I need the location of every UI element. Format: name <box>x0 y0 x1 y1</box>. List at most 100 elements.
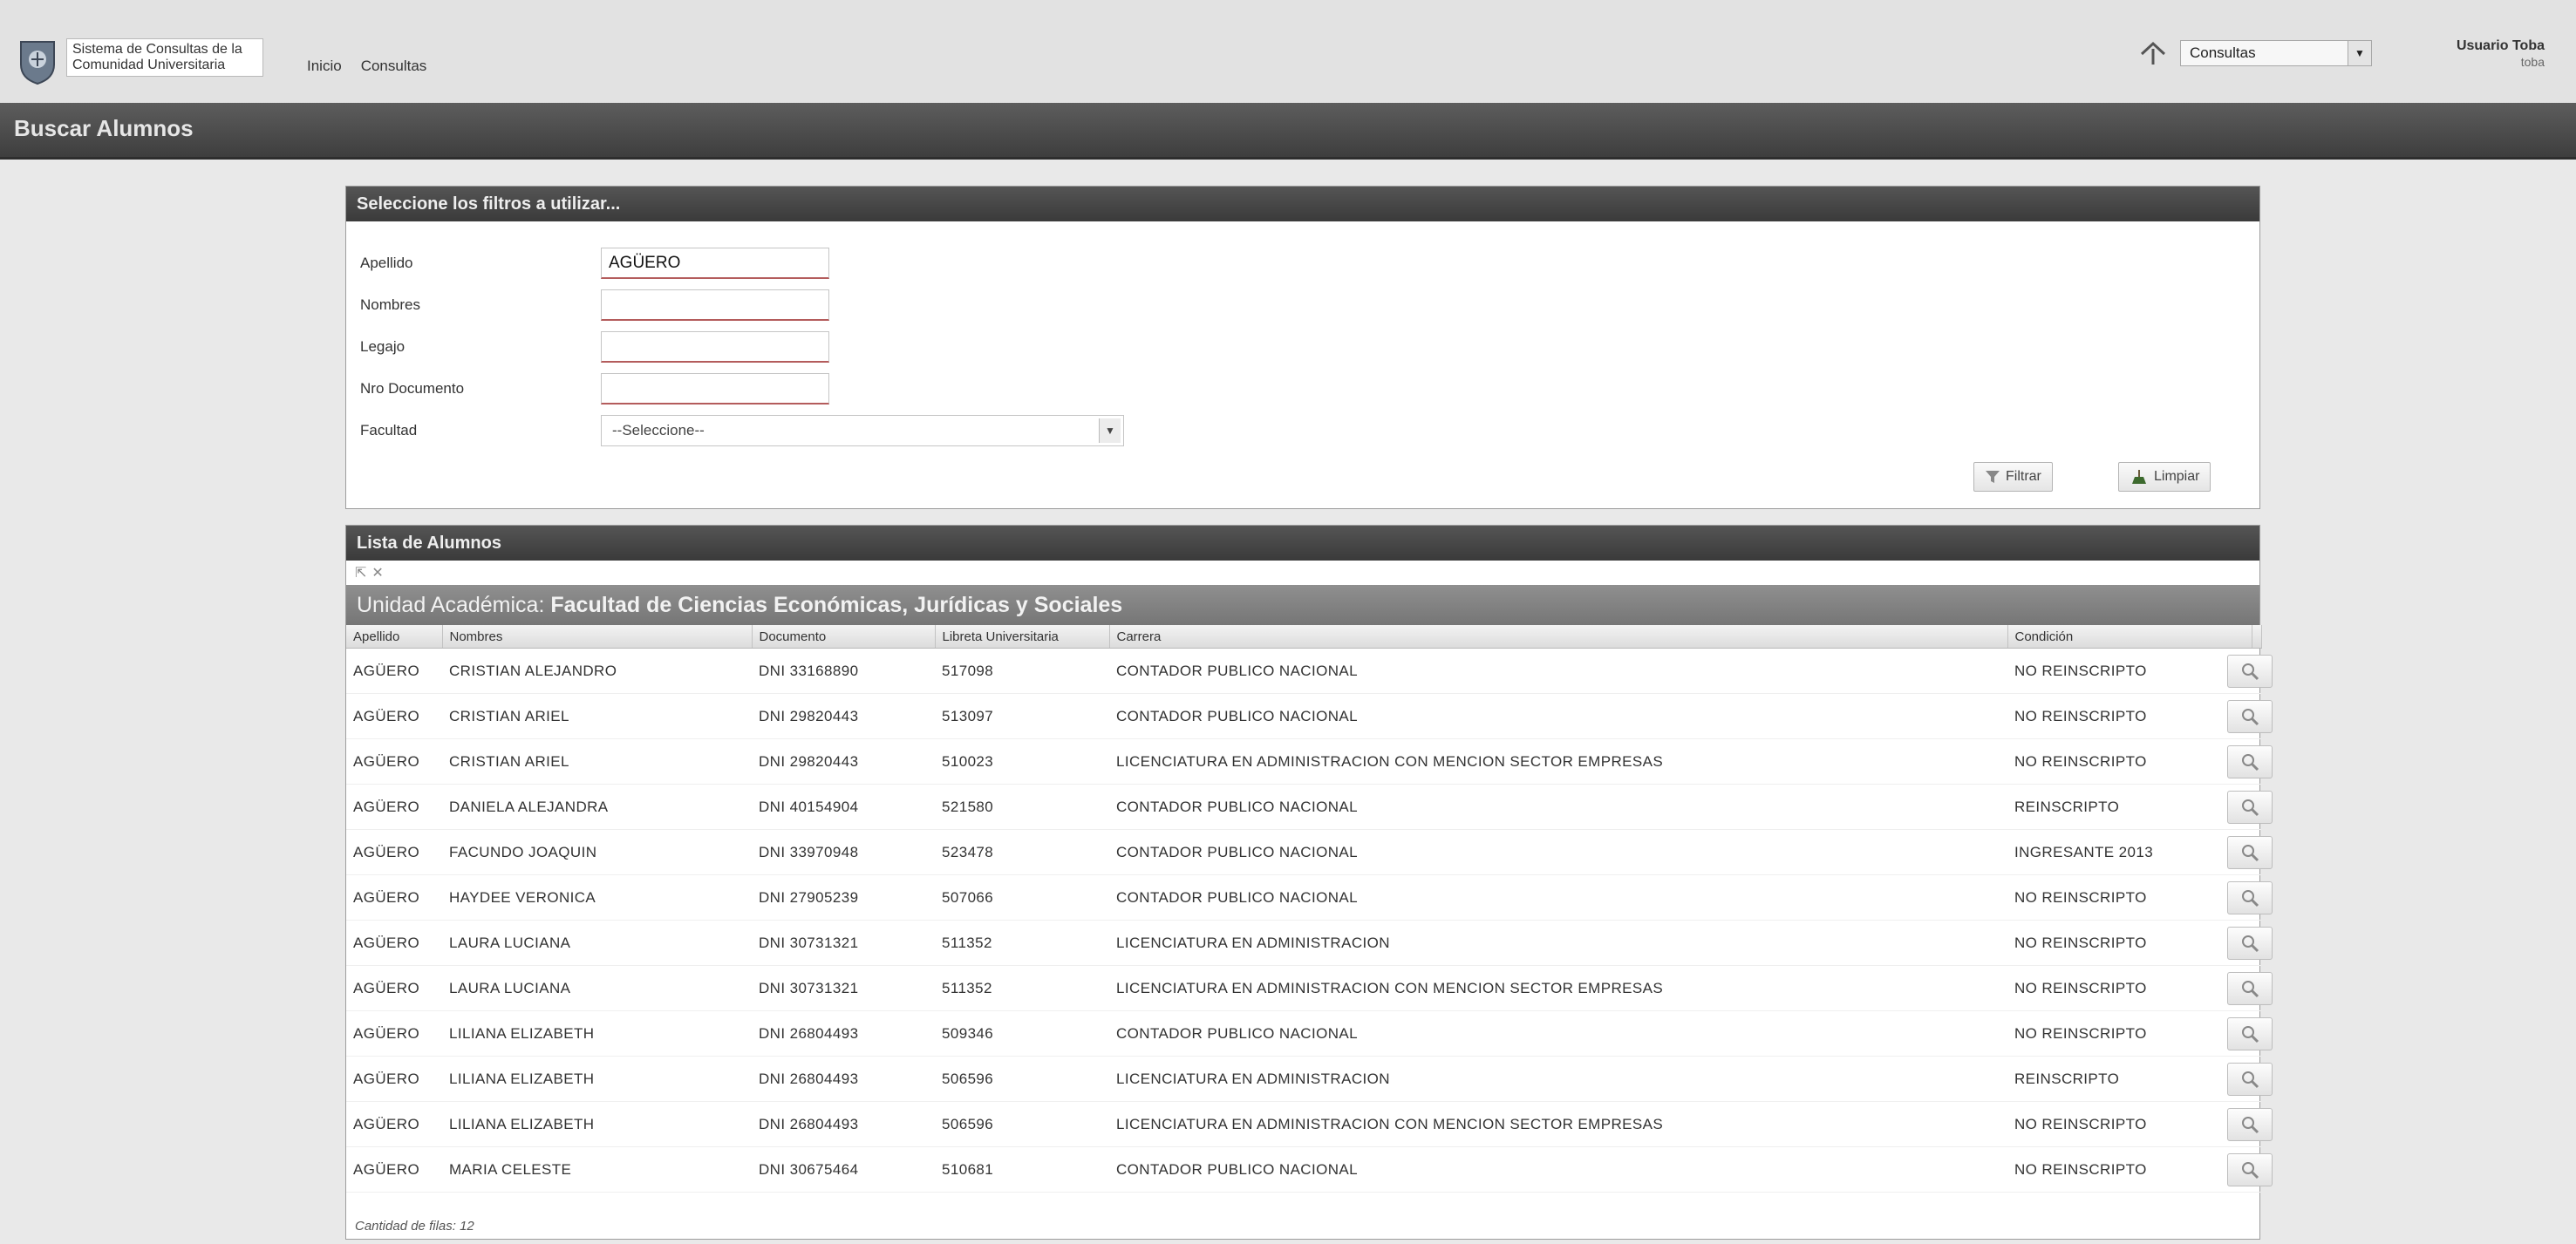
cell-apellido: AGÜERO <box>346 829 442 875</box>
row-count: Cantidad de filas: 12 <box>355 1219 474 1234</box>
magnifier-icon <box>2242 1071 2259 1088</box>
table-row: AGÜERO CRISTIAN ARIEL DNI 29820443 510023 LI… <box>346 738 2273 785</box>
cell-documento: DNI 33168890 <box>752 648 935 694</box>
table-row: AGÜERO FACUNDO JOAQUIN DNI 33970948 523478 C… <box>346 829 2273 875</box>
results-table: Apellido Nombres Documento Libreta Unive… <box>346 625 2273 1193</box>
cell-carrera: CONTADOR PUBLICO NACIONAL <box>1109 874 2007 921</box>
table-header-row: Apellido Nombres Documento Libreta Unive… <box>346 625 2262 649</box>
col-condicion[interactable]: Condición <box>2007 625 2252 649</box>
cell-apellido: AGÜERO <box>346 693 442 739</box>
cell-documento: DNI 26804493 <box>752 1056 935 1102</box>
col-apellido[interactable]: Apellido <box>346 625 443 649</box>
col-carrera[interactable]: Carrera <box>1109 625 2008 649</box>
cell-actions <box>2227 965 2273 1011</box>
filter-row-apellido: Apellido AGÜERO <box>360 248 829 279</box>
filter-button[interactable]: Filtrar <box>1973 462 2053 492</box>
table-row: AGÜERO CRISTIAN ARIEL DNI 29820443 513097 CO… <box>346 693 2273 739</box>
apellido-input[interactable]: AGÜERO <box>601 248 829 279</box>
group-header: Unidad Académica: Facultad de Ciencias E… <box>346 585 2259 625</box>
cell-apellido: AGÜERO <box>346 1010 442 1057</box>
cell-carrera: LICENCIATURA EN ADMINISTRACION <box>1109 1056 2007 1102</box>
group-prefix: Unidad Académica: <box>357 593 545 617</box>
filter-panel-title: Seleccione los filtros a utilizar... <box>346 187 2259 221</box>
nombres-input[interactable] <box>601 289 829 321</box>
cell-condicion: NO REINSCRIPTO <box>2007 1101 2252 1147</box>
clear-button[interactable]: Limpiar <box>2118 462 2211 492</box>
col-documento[interactable]: Documento <box>752 625 936 649</box>
chevron-down-icon[interactable]: ▼ <box>2348 41 2371 65</box>
broom-icon <box>2132 470 2146 484</box>
cell-documento: DNI 33970948 <box>752 829 935 875</box>
view-details-button[interactable] <box>2227 1016 2273 1050</box>
cell-nombres: LILIANA ELIZABETH <box>442 1056 752 1102</box>
view-details-button[interactable] <box>2227 971 2273 1005</box>
clear-button-label: Limpiar <box>2154 469 2200 484</box>
view-details-button[interactable] <box>2227 1107 2273 1141</box>
cell-carrera: CONTADOR PUBLICO NACIONAL <box>1109 648 2007 694</box>
cell-nombres: DANIELA ALEJANDRA <box>442 784 752 830</box>
results-panel: Lista de Alumnos ⇱ ✕ Unidad Académica: F… <box>345 525 2273 1240</box>
view-details-button[interactable] <box>2227 1062 2273 1096</box>
table-row: AGÜERO LILIANA ELIZABETH DNI 26804493 50659… <box>346 1056 2273 1102</box>
cell-condicion: NO REINSCRIPTO <box>2007 965 2252 1011</box>
expand-all-icon[interactable]: ⇱ <box>355 564 366 581</box>
view-details-button[interactable] <box>2227 1152 2273 1186</box>
view-details-button[interactable] <box>2227 744 2273 778</box>
cell-documento: DNI 30731321 <box>752 965 935 1011</box>
context-select[interactable]: Consultas ▼ <box>2180 40 2372 66</box>
documento-input[interactable] <box>601 373 829 404</box>
university-seal-icon <box>20 41 55 85</box>
cell-carrera: LICENCIATURA EN ADMINISTRACION CON MENCI… <box>1109 738 2007 785</box>
cell-apellido: AGÜERO <box>346 648 442 694</box>
cell-nombres: CRISTIAN ARIEL <box>442 693 752 739</box>
view-details-button[interactable] <box>2227 654 2273 688</box>
funnel-icon <box>1986 471 2000 483</box>
magnifier-icon <box>2242 889 2259 907</box>
view-details-button[interactable] <box>2227 790 2273 824</box>
cell-actions <box>2227 738 2273 785</box>
legajo-input[interactable] <box>601 331 829 363</box>
cell-apellido: AGÜERO <box>346 920 442 966</box>
col-libreta[interactable]: Libreta Universitaria <box>935 625 1110 649</box>
view-details-button[interactable] <box>2227 699 2273 733</box>
col-actions <box>2252 625 2262 649</box>
cell-condicion: REINSCRIPTO <box>2007 1056 2252 1102</box>
cell-carrera: CONTADOR PUBLICO NACIONAL <box>1109 1146 2007 1193</box>
cell-carrera: LICENCIATURA EN ADMINISTRACION CON MENCI… <box>1109 965 2007 1011</box>
nav-inicio[interactable]: Inicio <box>307 58 342 75</box>
cell-libreta: 517098 <box>935 648 1109 694</box>
cell-nombres: CRISTIAN ALEJANDRO <box>442 648 752 694</box>
cell-nombres: LILIANA ELIZABETH <box>442 1101 752 1147</box>
nav-consultas[interactable]: Consultas <box>361 58 427 75</box>
filter-row-nombres: Nombres <box>360 289 829 321</box>
cell-documento: DNI 30675464 <box>752 1146 935 1193</box>
filter-row-facultad: Facultad --Seleccione-- ▼ <box>360 415 1124 446</box>
view-details-button[interactable] <box>2227 926 2273 960</box>
facultad-select[interactable]: --Seleccione-- ▼ <box>601 415 1124 446</box>
app-title: Sistema de Consultas de la Comunidad Uni… <box>66 38 263 77</box>
documento-label: Nro Documento <box>360 380 465 397</box>
view-details-button[interactable] <box>2227 835 2273 869</box>
nombres-label: Nombres <box>360 296 420 313</box>
cell-documento: DNI 27905239 <box>752 874 935 921</box>
cell-apellido: AGÜERO <box>346 1101 442 1147</box>
facultad-select-value: --Seleccione-- <box>612 422 705 438</box>
cell-condicion: INGRESANTE 2013 <box>2007 829 2252 875</box>
cell-carrera: CONTADOR PUBLICO NACIONAL <box>1109 829 2007 875</box>
cell-actions <box>2227 1056 2273 1102</box>
legajo-label: Legajo <box>360 338 405 355</box>
view-details-button[interactable] <box>2227 880 2273 914</box>
cell-actions <box>2227 1146 2273 1193</box>
home-arrow-icon[interactable] <box>2138 40 2168 66</box>
magnifier-icon <box>2242 1116 2259 1133</box>
cell-carrera: LICENCIATURA EN ADMINISTRACION CON MENCI… <box>1109 1101 2007 1147</box>
cell-libreta: 510023 <box>935 738 1109 785</box>
cell-actions <box>2227 920 2273 966</box>
page-title: Buscar Alumnos <box>14 115 194 141</box>
col-nombres[interactable]: Nombres <box>442 625 753 649</box>
collapse-all-icon[interactable]: ✕ <box>371 564 383 581</box>
chevron-down-icon[interactable]: ▼ <box>1099 418 1121 443</box>
cell-nombres: MARIA CELESTE <box>442 1146 752 1193</box>
cell-nombres: HAYDEE VERONICA <box>442 874 752 921</box>
top-nav: Inicio Consultas <box>307 58 426 75</box>
